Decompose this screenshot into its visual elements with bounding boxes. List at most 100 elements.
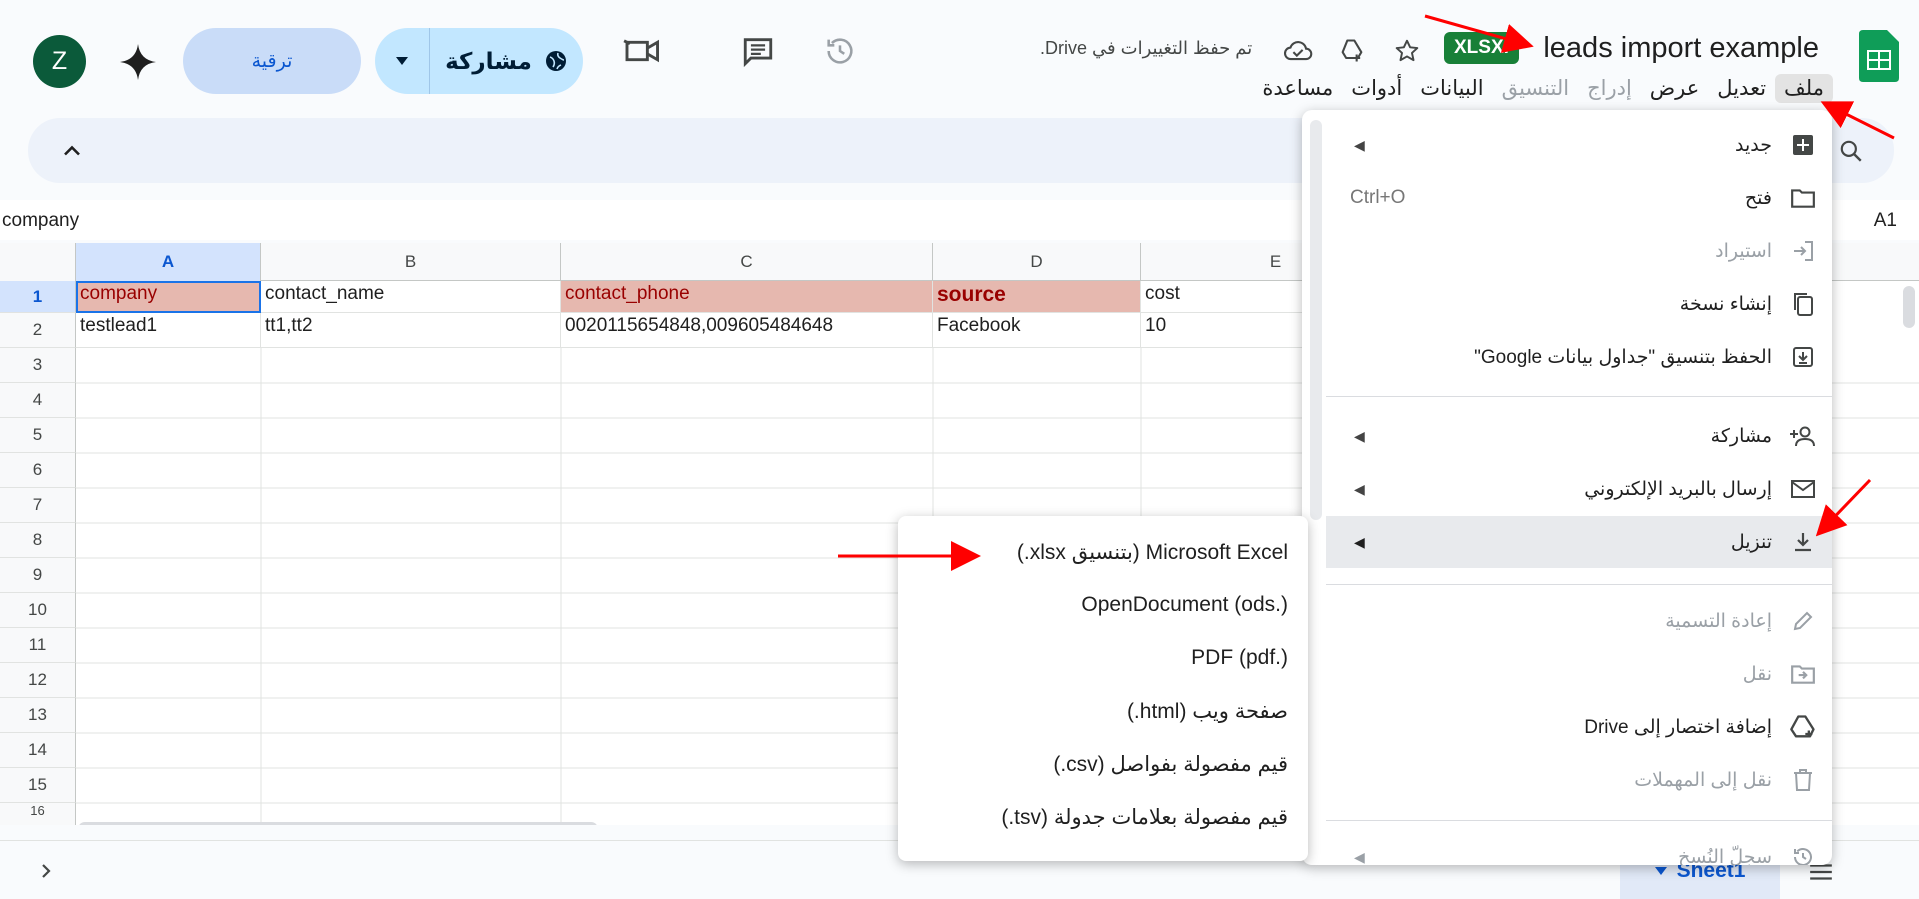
new-sheet-icon (1788, 130, 1818, 160)
cell-a1[interactable]: company (76, 281, 261, 313)
move-to-drive-icon[interactable] (1337, 36, 1367, 66)
menu-format[interactable]: التنسيق (1493, 74, 1579, 103)
menu-help[interactable]: مساعدة (1253, 74, 1342, 103)
file-menu-rename[interactable]: إعادة التسمية (1326, 595, 1832, 647)
file-menu-move[interactable]: نقل (1326, 648, 1832, 700)
menu-separator (1326, 396, 1832, 397)
row-header[interactable]: 8 (0, 523, 76, 558)
star-icon[interactable] (1392, 36, 1422, 66)
row-header[interactable]: 5 (0, 418, 76, 453)
file-menu-import[interactable]: استيراد (1326, 225, 1832, 277)
row-header[interactable]: 13 (0, 698, 76, 733)
download-submenu: Microsoft Excel (بتنسيق xlsx.) OpenDocum… (898, 516, 1308, 861)
caret-down-icon (396, 57, 408, 65)
file-menu-save-as-sheets[interactable]: الحفظ بتنسيق "جداول بيانات Google" (1326, 331, 1832, 383)
submenu-arrow-icon: ◀ (1354, 136, 1365, 153)
row-header[interactable]: 2 (0, 313, 76, 348)
file-menu-scrollbar[interactable] (1310, 120, 1322, 520)
file-menu-add-shortcut[interactable]: إضافة اختصار إلى Drive (1326, 701, 1832, 753)
file-menu-rename-label: إعادة التسمية (1665, 610, 1772, 632)
share-button[interactable]: مشاركة (375, 28, 583, 94)
file-menu-share[interactable]: مشاركة ◀ (1326, 410, 1832, 462)
move-folder-icon (1788, 659, 1818, 689)
row-header[interactable]: 10 (0, 593, 76, 628)
formula-input[interactable]: company (2, 210, 79, 232)
column-header-d[interactable]: D (933, 243, 1141, 281)
file-menu-download[interactable]: تنزيل ◀ (1326, 516, 1832, 568)
vertical-scrollbar[interactable] (1903, 286, 1915, 328)
row-header[interactable]: 16 (0, 803, 76, 825)
folder-icon (1788, 183, 1818, 213)
submenu-arrow-icon: ◀ (1354, 480, 1365, 497)
file-menu-make-copy[interactable]: إنشاء نسخة (1326, 278, 1832, 330)
row-header[interactable]: 3 (0, 348, 76, 383)
drive-shortcut-icon (1788, 712, 1818, 742)
app-header: leads import example XLSX. تم حفظ التغيي… (0, 0, 1919, 118)
version-history-icon[interactable] (820, 36, 860, 66)
meet-call-icon[interactable] (620, 36, 666, 66)
column-header-c[interactable]: C (561, 243, 933, 281)
menu-tools[interactable]: أدوات (1342, 74, 1411, 103)
chevron-right-icon[interactable] (34, 859, 58, 883)
comments-icon[interactable] (738, 36, 778, 68)
download-ods[interactable]: OpenDocument (ods.) (898, 579, 1308, 631)
download-pdf[interactable]: PDF (pdf.) (898, 632, 1308, 684)
cell-b2[interactable]: tt1,tt2 (261, 313, 561, 348)
file-menu-email-label: إرسال بالبريد الإلكتروني (1584, 478, 1772, 500)
cloud-saved-icon[interactable] (1283, 36, 1313, 66)
menu-data[interactable]: البيانات (1411, 74, 1492, 103)
file-menu-import-label: استيراد (1715, 240, 1772, 262)
chevron-up-icon[interactable] (58, 137, 86, 165)
menu-edit[interactable]: تعديل (1708, 74, 1775, 103)
select-all-corner[interactable] (0, 243, 76, 281)
file-menu-email[interactable]: إرسال بالبريد الإلكتروني ◀ (1326, 463, 1832, 515)
download-icon (1788, 527, 1818, 557)
share-label: مشاركة (445, 47, 532, 74)
share-options-dropdown[interactable] (375, 28, 430, 94)
name-box[interactable]: A1 (1874, 210, 1897, 232)
cell-d2[interactable]: Facebook (933, 313, 1141, 348)
search-menus-icon[interactable] (1838, 138, 1864, 164)
row-header[interactable]: 11 (0, 628, 76, 663)
document-title[interactable]: leads import example (1543, 32, 1819, 65)
file-menu-trash[interactable]: نقل إلى المهملات (1326, 754, 1832, 806)
cell-c1[interactable]: contact_phone (561, 281, 933, 313)
copy-icon (1788, 289, 1818, 319)
cell-d1[interactable]: source (933, 281, 1141, 313)
row-header[interactable]: 1 (0, 281, 76, 313)
upgrade-button[interactable]: ترقية (183, 28, 361, 94)
cell-c2[interactable]: 0020115654848,009605484648 (561, 313, 933, 348)
row-header[interactable]: 6 (0, 453, 76, 488)
cell-b1[interactable]: contact_name (261, 281, 561, 313)
row-header[interactable]: 14 (0, 733, 76, 768)
menu-view[interactable]: عرض (1641, 74, 1709, 103)
gemini-sparkle-icon[interactable] (118, 42, 158, 82)
file-menu-open[interactable]: فتح Ctrl+O (1326, 172, 1832, 224)
file-menu-version-history[interactable]: سجلّ النُسخ ◀ (1326, 831, 1832, 865)
download-xlsx[interactable]: Microsoft Excel (بتنسيق xlsx.) (898, 526, 1308, 578)
sheets-logo-icon[interactable] (1859, 30, 1899, 82)
open-shortcut: Ctrl+O (1350, 187, 1406, 208)
download-html[interactable]: صفحة ويب (html.) (898, 685, 1308, 737)
horizontal-scrollbar[interactable] (78, 822, 598, 825)
row-header[interactable]: 12 (0, 663, 76, 698)
submenu-arrow-icon: ◀ (1354, 427, 1365, 444)
file-menu-make-copy-label: إنشاء نسخة (1679, 293, 1772, 315)
download-csv[interactable]: قيم مفصولة بفواصل (csv.) (898, 738, 1308, 790)
caret-down-icon (1654, 866, 1667, 875)
download-tsv[interactable]: قيم مفصولة بعلامات جدولة (tsv.) (898, 791, 1308, 843)
column-header-a[interactable]: A (76, 243, 261, 281)
row-header[interactable]: 7 (0, 488, 76, 523)
cell-a2[interactable]: testlead1 (76, 313, 261, 348)
account-avatar[interactable]: Z (33, 35, 86, 88)
row-header[interactable]: 9 (0, 558, 76, 593)
file-menu-new[interactable]: جديد ◀ (1326, 119, 1832, 171)
column-header-b[interactable]: B (261, 243, 561, 281)
row-header[interactable]: 4 (0, 383, 76, 418)
file-menu-save-as-sheets-label: الحفظ بتنسيق "جداول بيانات Google" (1474, 346, 1772, 368)
menu-file[interactable]: ملف (1775, 74, 1833, 103)
share-main[interactable]: مشاركة (430, 48, 583, 75)
menu-insert[interactable]: إدراج (1578, 74, 1641, 103)
row-header[interactable]: 15 (0, 768, 76, 803)
file-format-badge: XLSX. (1444, 32, 1519, 64)
